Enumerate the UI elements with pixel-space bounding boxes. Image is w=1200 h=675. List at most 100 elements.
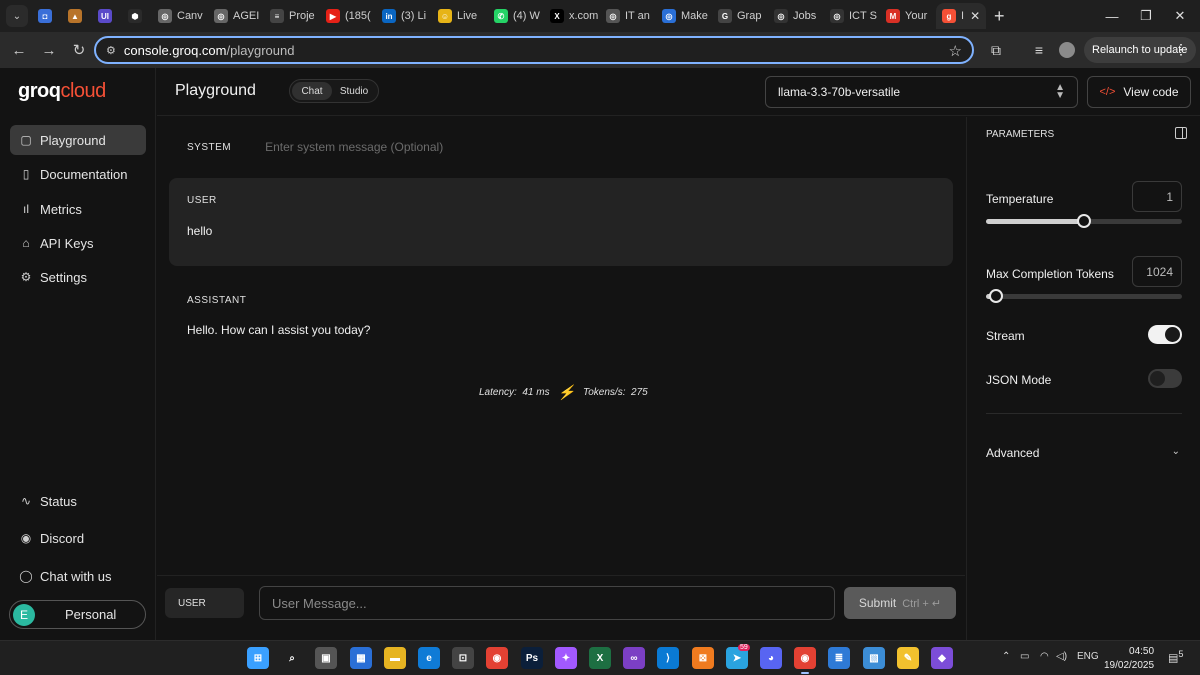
extensions-icon[interactable]: ⧉	[985, 39, 1007, 61]
notification-center-icon[interactable]: ▤5	[1168, 649, 1184, 665]
panel-toggle-icon[interactable]	[1175, 127, 1187, 139]
taskbar-explorer-icon[interactable]: ▬	[384, 647, 406, 669]
show-hidden-icons-chevron-icon[interactable]: ⌃	[1002, 651, 1010, 662]
taskbar-store-icon[interactable]: ⊡	[452, 647, 474, 669]
groqcloud-logo[interactable]: groqcloud	[18, 80, 106, 103]
taskbar-vscode-icon[interactable]: ⟩	[657, 647, 679, 669]
temperature-slider-handle[interactable]	[1077, 214, 1091, 228]
stream-toggle[interactable]	[1148, 325, 1182, 344]
taskbar-notepad-icon[interactable]: ≣	[828, 647, 850, 669]
user-message-text[interactable]: hello	[187, 224, 212, 238]
max-tokens-slider[interactable]	[986, 289, 1182, 303]
profile-avatar[interactable]	[1056, 39, 1078, 61]
system-message-input[interactable]: Enter system message (Optional)	[265, 140, 443, 154]
browser-tab[interactable]: ⬢	[122, 3, 150, 29]
user-message-block[interactable]: USER hello	[169, 178, 953, 266]
submit-button[interactable]: Submit Ctrl + ↵	[844, 587, 956, 619]
taskbar-edge-icon[interactable]: e	[418, 647, 440, 669]
close-window-icon[interactable]: ✕	[1158, 0, 1200, 32]
taskbar-chrome-active-icon[interactable]: ◉	[794, 647, 816, 674]
sidebar-item-status[interactable]: ∿ Status	[10, 486, 146, 516]
tab-search-chevron-icon[interactable]: ⌄	[6, 5, 28, 27]
browser-tab[interactable]: ≡ Proje	[264, 3, 318, 29]
role-selector-button[interactable]: USER	[165, 588, 244, 618]
taskbar-sticky-notes-icon[interactable]: ✎	[897, 647, 919, 669]
browser-tab[interactable]: ✆ (4) W	[488, 3, 542, 29]
taskbar-obsidian-icon[interactable]: ◆	[931, 647, 953, 669]
browser-tab[interactable]: ▲	[62, 3, 90, 29]
sidebar-item-documentation[interactable]: ▯ Documentation	[10, 159, 146, 189]
browser-tab[interactable]: ☺ Live	[432, 3, 486, 29]
taskbar-excel-icon[interactable]: X	[589, 647, 611, 669]
browser-tab[interactable]: Xx.com	[544, 3, 598, 29]
tab-chat[interactable]: Chat	[292, 82, 332, 100]
taskbar-task-view-icon[interactable]: ▣	[315, 647, 337, 669]
temperature-input[interactable]: 1	[1132, 181, 1182, 212]
taskbar-chrome-icon[interactable]: ◉	[486, 647, 508, 669]
forward-arrow-icon[interactable]: →	[34, 35, 64, 65]
taskbar-search-icon[interactable]: ⌕	[281, 647, 303, 669]
taskbar-start-icon[interactable]: ⊞	[247, 647, 269, 669]
model-select[interactable]: llama-3.3-70b-versatile ▲ ▼	[765, 76, 1078, 108]
browser-tab[interactable]: ◎ Jobs	[768, 3, 822, 29]
browser-tab[interactable]: ◎ IT an	[600, 3, 654, 29]
user-message-input[interactable]: User Message...	[259, 586, 835, 620]
close-tab-icon[interactable]: ✕	[970, 9, 980, 23]
media-controls-icon[interactable]: ≡	[1028, 39, 1050, 61]
sidebar-item-settings[interactable]: ⚙ Settings	[10, 262, 146, 292]
browser-tab[interactable]: ◎ Make	[656, 3, 710, 29]
browser-tab[interactable]: G Grap	[712, 3, 766, 29]
site-info-icon[interactable]: ⚙	[106, 44, 116, 57]
lightning-bolt-icon: ⚡	[557, 384, 576, 400]
view-code-button[interactable]: </> View code	[1087, 76, 1191, 108]
wifi-icon[interactable]: ◠	[1040, 651, 1049, 662]
volume-icon[interactable]: ◁)	[1056, 651, 1067, 662]
assistant-role-label[interactable]: ASSISTANT	[187, 295, 246, 306]
system-clock[interactable]: 04:50 19/02/2025	[1104, 645, 1154, 673]
browser-tab[interactable]: UI	[92, 3, 120, 29]
browser-tab[interactable]: ▶ (185(	[320, 3, 374, 29]
max-tokens-input[interactable]: 1024	[1132, 256, 1182, 287]
new-tab-plus-icon[interactable]: +	[994, 6, 1005, 27]
temperature-slider[interactable]	[986, 214, 1182, 228]
battery-icon[interactable]: ▭	[1020, 651, 1029, 662]
sidebar-item-api-keys[interactable]: ⌂ API Keys	[10, 228, 146, 258]
browser-tab[interactable]: g I ✕	[936, 3, 986, 29]
taskbar-xampp-icon[interactable]: ⊠	[692, 647, 714, 669]
tab-studio[interactable]: Studio	[332, 82, 376, 100]
account-switcher[interactable]: E Personal	[9, 600, 146, 629]
assistant-message-text[interactable]: Hello. How can I assist you today?	[187, 323, 370, 337]
tab-favicon-icon: ◎	[662, 9, 676, 23]
address-bar[interactable]: ⚙ console.groq.com/playground ☆	[94, 36, 974, 64]
max-tokens-slider-handle[interactable]	[988, 289, 1003, 303]
taskbar-photoshop-icon[interactable]: Ps	[521, 647, 543, 669]
taskbar-discord-icon[interactable]: ◕	[760, 647, 782, 669]
sidebar-item-metrics[interactable]: ıl Metrics	[10, 194, 146, 224]
advanced-section-toggle[interactable]: Advanced ⌄	[986, 446, 1182, 460]
system-message-row: SYSTEM Enter system message (Optional)	[187, 140, 443, 154]
json-mode-toggle[interactable]	[1148, 369, 1182, 388]
browser-tab[interactable]: ◎ AGEI	[208, 3, 262, 29]
language-indicator[interactable]: ENG	[1077, 651, 1099, 662]
browser-tab[interactable]: ◘	[32, 3, 60, 29]
sidebar-item-discord[interactable]: ◉ Discord	[10, 523, 146, 553]
back-arrow-icon[interactable]: ←	[4, 35, 34, 65]
taskbar-snipping-icon[interactable]: ▧	[863, 647, 885, 669]
browser-tab[interactable]: ◎ Canv	[152, 3, 206, 29]
user-role-label[interactable]: USER	[187, 195, 217, 206]
sidebar-item-playground[interactable]: ▢ Playground	[10, 125, 146, 155]
more-menu-icon[interactable]: ⋮	[1174, 41, 1188, 58]
stream-label: Stream	[986, 329, 1025, 343]
browser-tab[interactable]: in (3) Li	[376, 3, 430, 29]
bookmark-star-icon[interactable]: ☆	[949, 42, 962, 60]
browser-tab[interactable]: M Your	[880, 3, 934, 29]
taskbar-visual-studio-icon[interactable]: ∞	[623, 647, 645, 669]
relaunch-to-update-button[interactable]: Relaunch to update ⋮	[1084, 37, 1196, 63]
tab-favicon-icon: ⬢	[128, 9, 142, 23]
reload-icon[interactable]: ↻	[64, 35, 94, 65]
taskbar-figma-icon[interactable]: ✦	[555, 647, 577, 669]
taskbar-widgets-icon[interactable]: ▦	[350, 647, 372, 669]
sidebar-item-label: API Keys	[40, 235, 94, 251]
sidebar-item-chat-with-us[interactable]: ◯ Chat with us	[10, 561, 146, 591]
browser-tab[interactable]: ◎ ICT S	[824, 3, 878, 29]
